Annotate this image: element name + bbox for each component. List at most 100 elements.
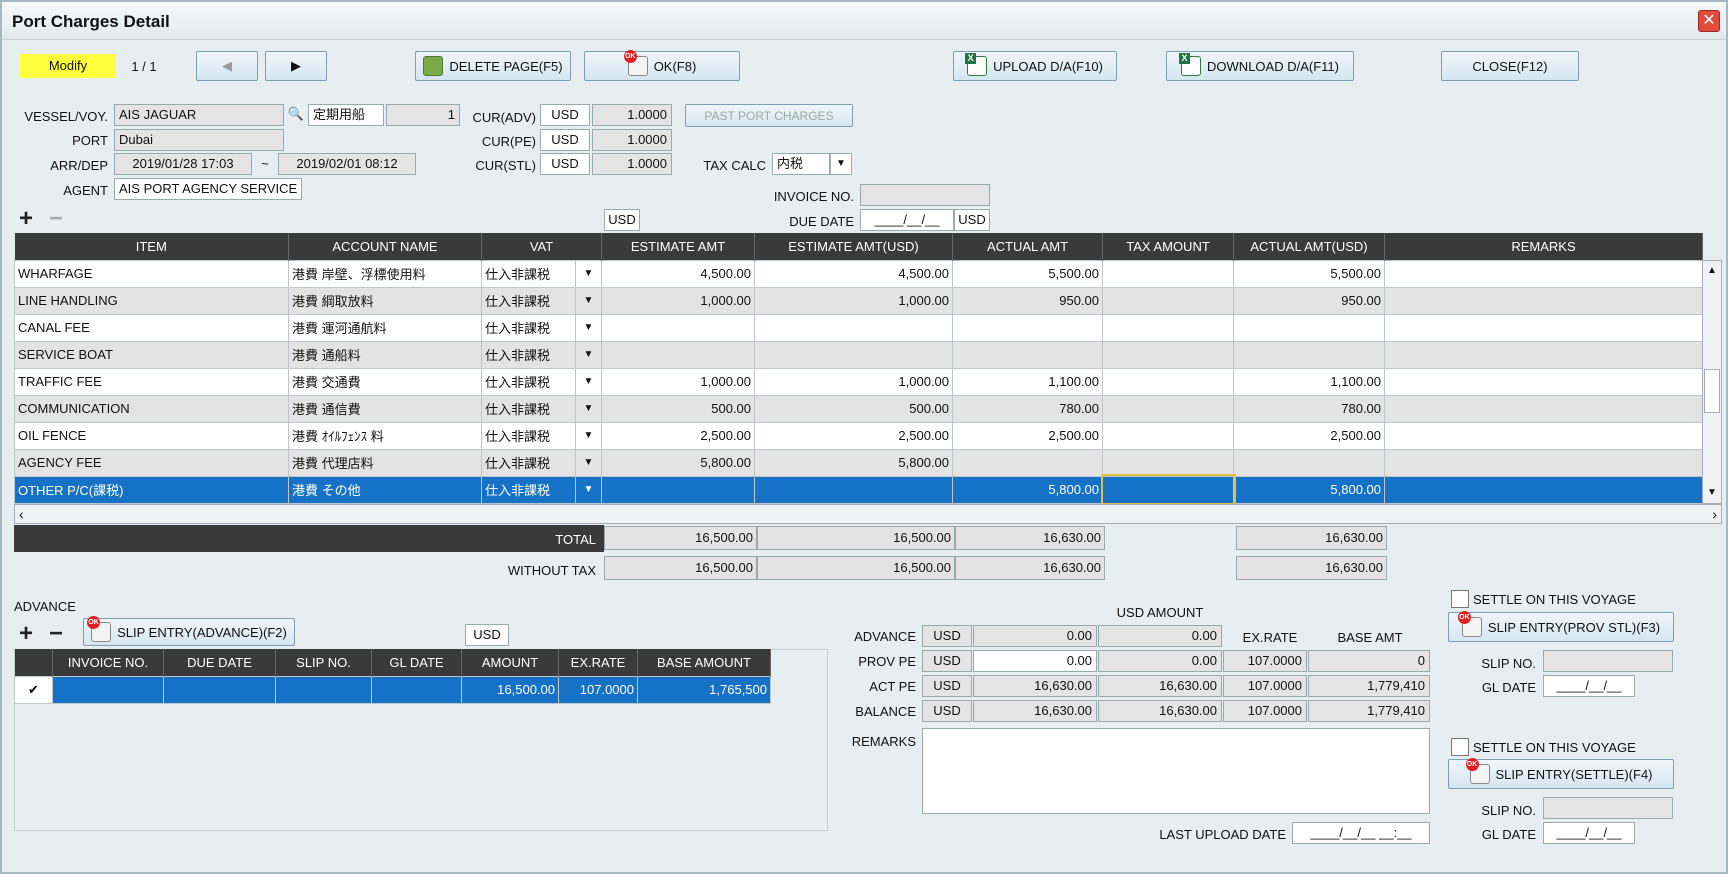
actual-cell[interactable]: [952, 448, 1104, 477]
account-cell[interactable]: 港費 代理店料: [288, 448, 482, 477]
column-header[interactable]: REMARKS: [1384, 233, 1704, 260]
estimate-usd-cell[interactable]: [754, 340, 954, 369]
estimate-usd-cell[interactable]: [754, 313, 954, 342]
port-field[interactable]: Dubai: [114, 129, 284, 151]
prov-slip-no-field[interactable]: [1543, 650, 1673, 672]
vat-dropdown-icon[interactable]: ▼: [574, 313, 603, 342]
summary-usd-amount[interactable]: 16,630.00: [1098, 675, 1222, 697]
tax-cell[interactable]: [1102, 286, 1235, 315]
advance-column-header[interactable]: EX.RATE: [558, 649, 638, 676]
estimate-usd-cell[interactable]: 1,000.00: [754, 286, 954, 315]
advance-column-header[interactable]: SLIP NO.: [275, 649, 372, 676]
tax-cell[interactable]: [1100, 474, 1236, 505]
rate-adv-field[interactable]: 1.0000: [592, 104, 672, 126]
add-row-icon[interactable]: +: [14, 207, 38, 232]
table-row[interactable]: OIL FENCE 港費 ｵｲﾙﾌｪﾝｽ 料仕入非課税 ▼ 2,500.00 2,500…: [14, 421, 1704, 450]
actual-cell[interactable]: [952, 313, 1104, 342]
actual-usd-cell[interactable]: [1233, 340, 1386, 369]
slip-entry-advance-button[interactable]: SLIP ENTRY(ADVANCE)(F2): [83, 616, 295, 646]
tax-cell[interactable]: [1102, 340, 1235, 369]
account-cell[interactable]: 港費 綱取放料: [288, 286, 482, 315]
arrival-field[interactable]: 2019/01/28 17:03: [114, 153, 252, 175]
remarks-cell[interactable]: [1384, 286, 1704, 315]
actual-cell[interactable]: 780.00: [952, 394, 1104, 423]
advance-row[interactable]: ✔ 16,500.00 107.0000 1,765,500: [14, 675, 771, 704]
estimate-cell[interactable]: 1,000.00: [601, 367, 756, 396]
vat-cell[interactable]: 仕入非課税: [481, 421, 576, 450]
base-amount-cell[interactable]: 1,765,500: [637, 675, 771, 704]
column-header[interactable]: ACTUAL AMT(USD): [1233, 233, 1386, 260]
upload-button[interactable]: UPLOAD D/A(F10): [953, 51, 1117, 81]
remarks-cell[interactable]: [1384, 259, 1704, 288]
next-page-button[interactable]: ▶: [265, 51, 327, 81]
table-row[interactable]: AGENCY FEE 港費 代理店料 仕入非課税 ▼ 5,800.00 5,800.00: [14, 448, 1704, 477]
past-port-charges-button[interactable]: PAST PORT CHARGES: [685, 104, 853, 127]
remove-row-icon[interactable]: −: [44, 207, 68, 232]
download-button[interactable]: DOWNLOAD D/A(F11): [1166, 51, 1354, 81]
scroll-up-icon[interactable]: ▲: [1703, 261, 1721, 281]
estimate-cell[interactable]: [601, 475, 756, 504]
summary-currency[interactable]: USD: [922, 625, 972, 647]
vat-dropdown-icon[interactable]: ▼: [574, 259, 603, 288]
settle-gl-date-field[interactable]: ____/__/__: [1543, 822, 1635, 844]
last-upload-field[interactable]: ____/__/__ __:__: [1292, 822, 1430, 844]
summary-amount[interactable]: 0.00: [973, 625, 1097, 647]
vat-dropdown-icon[interactable]: ▼: [574, 286, 603, 315]
gl-date-cell[interactable]: [371, 675, 462, 704]
remarks-cell[interactable]: [1384, 367, 1704, 396]
table-row[interactable]: TRAFFIC FEE 港費 交通費 仕入非課税 ▼ 1,000.00 1,000.00 1…: [14, 367, 1704, 396]
vat-cell[interactable]: 仕入非課税: [481, 448, 576, 477]
amount-cell[interactable]: 16,500.00: [461, 675, 559, 704]
delete-page-button[interactable]: DELETE PAGE(F5): [415, 51, 571, 81]
voyage-type-field[interactable]: 定期用船: [308, 104, 384, 126]
account-cell[interactable]: 港費 その他: [288, 475, 482, 504]
remarks-cell[interactable]: [1384, 475, 1704, 504]
actual-cell[interactable]: [952, 340, 1104, 369]
actual-cell[interactable]: 5,500.00: [952, 259, 1104, 288]
cur-stl-field[interactable]: USD: [540, 153, 590, 175]
vat-cell[interactable]: 仕入非課税: [481, 259, 576, 288]
summary-currency[interactable]: USD: [922, 675, 972, 697]
account-cell[interactable]: 港費 通船料: [288, 340, 482, 369]
add-advance-icon[interactable]: +: [14, 622, 38, 647]
table-row[interactable]: WHARFAGE 港費 岸壁、浮標使用料 仕入非課税 ▼ 4,500.00 4,500.0…: [14, 259, 1704, 288]
advance-column-header[interactable]: BASE AMOUNT: [637, 649, 771, 676]
estimate-usd-cell[interactable]: 4,500.00: [754, 259, 954, 288]
column-header[interactable]: VAT: [481, 233, 603, 260]
vat-dropdown-icon[interactable]: ▼: [574, 448, 603, 477]
horizontal-scrollbar[interactable]: ‹ ›: [14, 504, 1722, 524]
actual-usd-cell[interactable]: [1233, 313, 1386, 342]
estimate-cell[interactable]: [601, 340, 756, 369]
scroll-down-icon[interactable]: ▼: [1703, 483, 1721, 503]
estimate-cell[interactable]: 4,500.00: [601, 259, 756, 288]
estimate-cell[interactable]: 500.00: [601, 394, 756, 423]
vat-dropdown-icon[interactable]: ▼: [574, 421, 603, 450]
close-button[interactable]: CLOSE(F12): [1441, 51, 1579, 81]
item-cell[interactable]: COMMUNICATION: [14, 394, 289, 423]
actual-usd-cell[interactable]: 950.00: [1233, 286, 1386, 315]
item-cell[interactable]: OIL FENCE: [14, 421, 289, 450]
vat-cell[interactable]: 仕入非課税: [481, 340, 576, 369]
item-cell[interactable]: CANAL FEE: [14, 313, 289, 342]
prov-gl-date-field[interactable]: ____/__/__: [1543, 675, 1635, 697]
tax-cell[interactable]: [1102, 259, 1235, 288]
actual-usd-cell[interactable]: [1233, 448, 1386, 477]
actual-usd-cell[interactable]: 1,100.00: [1233, 367, 1386, 396]
estimate-usd-cell[interactable]: [754, 475, 954, 504]
slip-no-cell[interactable]: [275, 675, 372, 704]
actual-cell[interactable]: 2,500.00: [952, 421, 1104, 450]
vat-cell[interactable]: 仕入非課税: [481, 475, 576, 504]
summary-base-amount[interactable]: 0: [1308, 650, 1430, 672]
rate-pe-field[interactable]: 1.0000: [592, 129, 672, 151]
actual-usd-cell[interactable]: 5,800.00: [1233, 475, 1386, 504]
actual-usd-cell[interactable]: 2,500.00: [1233, 421, 1386, 450]
estimate-cell[interactable]: 1,000.00: [601, 286, 756, 315]
column-header[interactable]: TAX AMOUNT: [1102, 233, 1235, 260]
due-date-cell[interactable]: [163, 675, 276, 704]
item-cell[interactable]: OTHER P/C(課税): [14, 475, 289, 504]
summary-usd-amount[interactable]: 0.00: [1098, 625, 1222, 647]
actual-usd-cell[interactable]: 5,500.00: [1233, 259, 1386, 288]
item-cell[interactable]: TRAFFIC FEE: [14, 367, 289, 396]
actual-usd-cell[interactable]: 780.00: [1233, 394, 1386, 423]
cur-pe-field[interactable]: USD: [540, 129, 590, 151]
